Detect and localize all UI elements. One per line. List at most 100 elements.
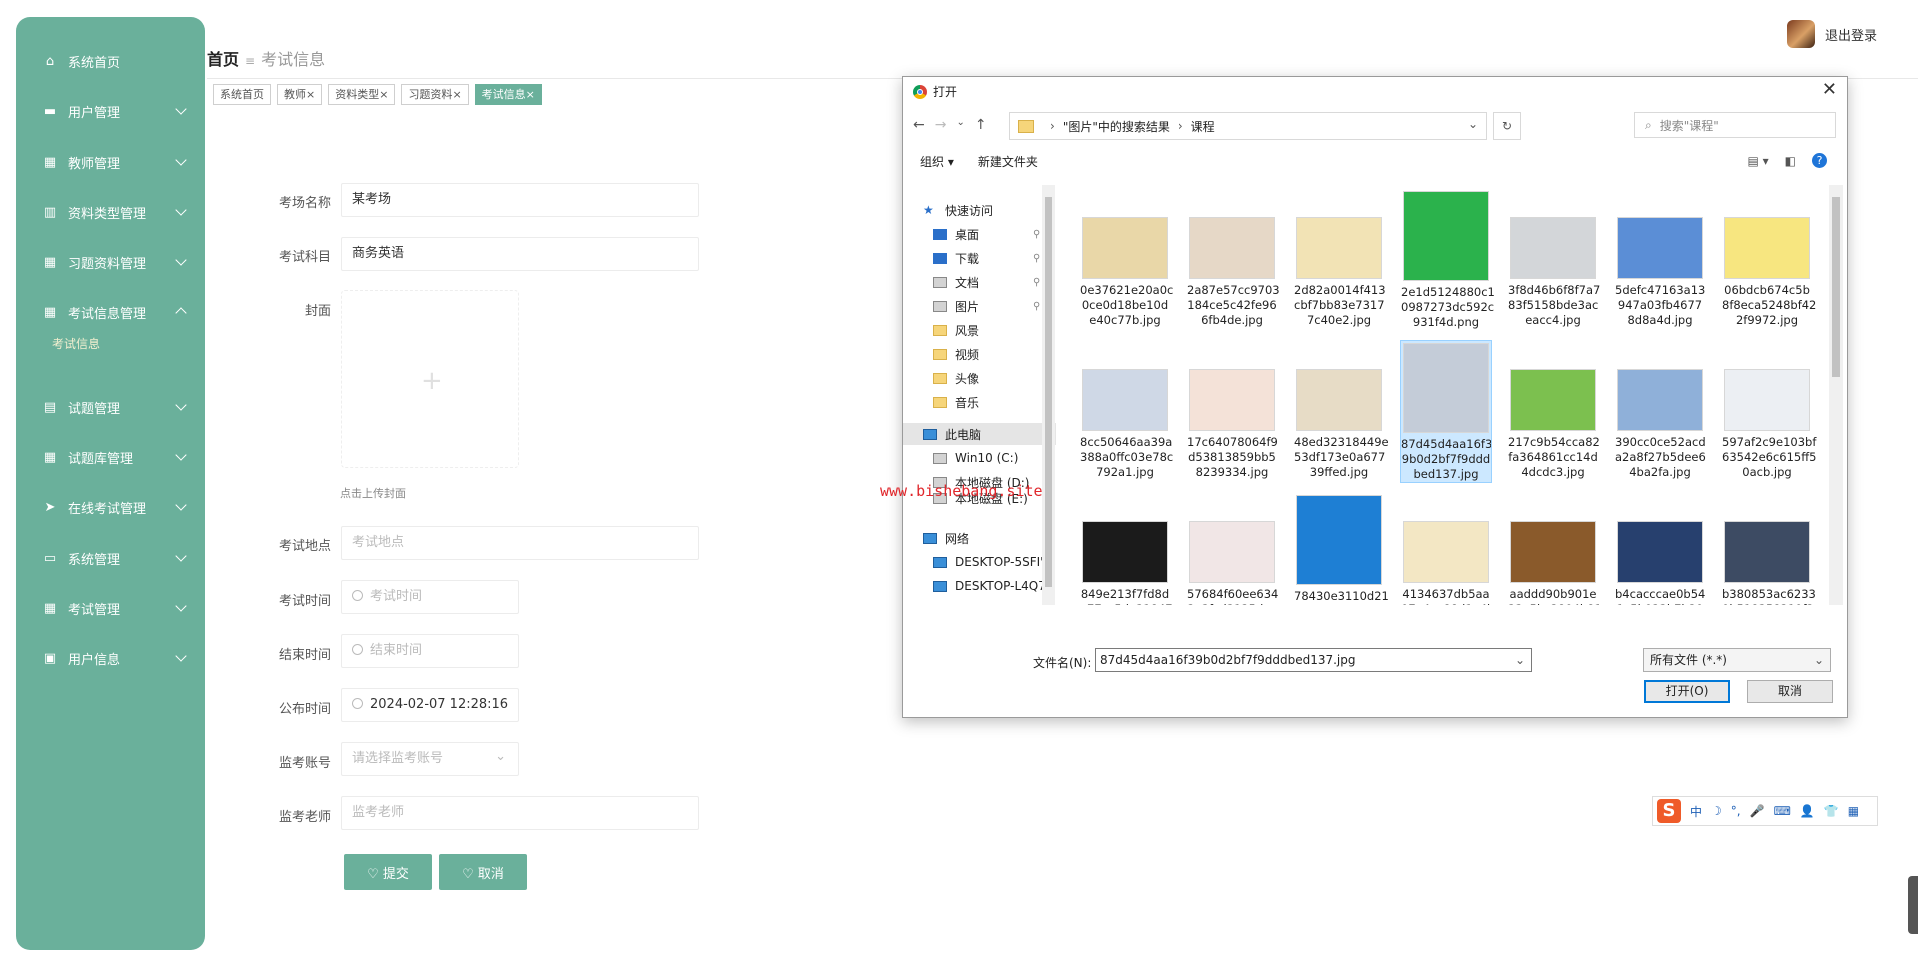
sidebar-item[interactable]: ▦ 教师管理 <box>16 142 205 182</box>
sogou-logo-icon[interactable]: S <box>1657 799 1681 823</box>
file-tile[interactable]: b4cacccae0b541c5b923b7b297a8adcd.jpg <box>1615 493 1705 605</box>
preview-pane-icon[interactable]: ◧ <box>1785 154 1796 168</box>
sidebar-item[interactable]: ▣ 用户信息 <box>16 638 205 678</box>
tree-scrollbar[interactable] <box>1042 185 1055 605</box>
forward-arrow-icon[interactable]: → <box>935 117 947 133</box>
logout-link[interactable]: 退出登录 <box>1825 25 1877 44</box>
back-arrow-icon[interactable]: ← <box>913 117 925 133</box>
file-tile[interactable]: 849e213f7fd8da77cc5da31847203c63.jpg <box>1080 493 1173 605</box>
tab-item[interactable]: 资料类型× <box>328 84 396 105</box>
file-tile[interactable]: 2a87e57cc9703 184ce5c42fe96 6fb4de.jpg <box>1187 189 1280 328</box>
file-tile[interactable]: 8cc50646aa39a 388a0ffc03e78c 792a1.jpg <box>1080 341 1173 480</box>
up-arrow-icon[interactable]: ↑ <box>975 117 987 133</box>
address-segment-search[interactable]: "图片"中的搜索结果 <box>1063 118 1170 135</box>
nav-tree-item[interactable]: 下载 ⚲ <box>903 247 1040 269</box>
scrollbar-thumb[interactable] <box>1045 197 1052 587</box>
nav-tree-item[interactable]: 风景 <box>903 319 979 341</box>
file-tile[interactable]: 390cc0ce52acd a2a8f27b5dee6 4ba2fa.jpg <box>1615 341 1706 480</box>
sidebar-item[interactable]: ➤ 在线考试管理 <box>16 487 205 527</box>
nav-tree-item[interactable]: 文档 ⚲ <box>903 271 1040 293</box>
nav-tree-item[interactable]: 头像 <box>903 367 979 389</box>
file-tile[interactable]: 4134637db5aa07e4ac88d1a4bf59b436.jpg <box>1401 493 1494 605</box>
chevron-down-icon[interactable]: ⌄ <box>1515 649 1525 671</box>
sidebar-item[interactable]: ▦ 考试信息管理 <box>16 292 205 332</box>
sidebar-subitem-exam-info[interactable]: 考试信息 <box>52 335 100 352</box>
sidebar-item[interactable]: ▤ 试题管理 <box>16 387 205 427</box>
file-tile[interactable]: 0e37621e20a0c 0ce0d18be10d e40c77b.jpg <box>1080 189 1173 328</box>
help-icon[interactable]: ? <box>1812 153 1827 168</box>
exam-name-input[interactable]: 某考场 <box>341 183 699 217</box>
close-icon[interactable]: × <box>452 88 461 101</box>
scrollbar-thumb[interactable] <box>1832 197 1840 377</box>
sidebar-item[interactable]: ▬ 用户管理 <box>16 91 205 131</box>
file-tile[interactable]: 5defc47163a13 947a03fb4677 8d8a4d.jpg <box>1615 189 1705 328</box>
file-tile[interactable]: 06bdcb674c5b 8f8eca5248bf42 2f9972.jpg <box>1722 189 1816 328</box>
filetype-select[interactable]: 所有文件 (*.*) ⌄ <box>1643 648 1831 672</box>
submit-button[interactable]: ♡ 提交 <box>344 854 432 890</box>
start-time-picker[interactable]: 考试时间 <box>341 580 519 614</box>
nav-tree-item[interactable]: 音乐 <box>903 391 979 413</box>
file-tile[interactable]: aaddd90b901e23a5bc2804b81e7d20c6.jpg <box>1508 493 1602 605</box>
view-mode-icon[interactable]: ▤ ▾ <box>1747 154 1768 168</box>
grid-icon[interactable]: ▦ <box>1848 804 1859 818</box>
avatar[interactable] <box>1787 20 1815 48</box>
file-tile[interactable]: 57684f60ee6342a3fcd3125dcad7e355.jpg <box>1187 493 1278 605</box>
tab-item[interactable]: 习题资料× <box>401 84 469 105</box>
nav-tree-item[interactable]: Win10 (C:) <box>903 447 1018 469</box>
publish-time-picker[interactable]: 2024-02-07 12:28:16 <box>341 688 519 722</box>
cancel-button[interactable]: ♡ 取消 <box>439 854 527 890</box>
address-segment-course[interactable]: 课程 <box>1191 118 1215 135</box>
dialog-cancel-button[interactable]: 取消 <box>1747 680 1833 703</box>
nav-tree-item[interactable]: 网络 <box>903 527 969 549</box>
nav-tree-item[interactable]: 图片 ⚲ <box>903 295 1040 317</box>
tab-item[interactable]: 系统首页 <box>213 84 271 105</box>
sidebar-item[interactable]: ▥ 资料类型管理 <box>16 192 205 232</box>
file-tile[interactable]: 597af2c9e103bf 63542e6c615ff5 0acb.jpg <box>1722 341 1817 480</box>
tab-item[interactable]: 考试信息× <box>474 84 542 105</box>
file-tile[interactable]: 87d45d4aa16f3 9b0d2bf7f9ddd bed137.jpg <box>1400 340 1492 483</box>
breadcrumb-home[interactable]: 首页 <box>207 50 239 69</box>
search-box[interactable]: ⌕ 搜索"课程" <box>1634 112 1836 138</box>
nav-tree-item[interactable]: 此电脑 <box>903 423 1056 445</box>
nav-tree-item[interactable]: 桌面 ⚲ <box>903 223 1040 245</box>
skin-icon[interactable]: 👕 <box>1824 804 1839 818</box>
filename-input[interactable]: 87d45d4aa16f39b0d2bf7f9dddbed137.jpg ⌄ <box>1095 648 1532 672</box>
nav-tree-item[interactable]: ★ 快速访问 <box>903 199 993 221</box>
sidebar-item[interactable]: ▦ 考试管理 <box>16 588 205 628</box>
location-input[interactable]: 考试地点 <box>341 526 699 560</box>
edge-handle[interactable] <box>1908 876 1918 934</box>
close-icon[interactable]: ✕ <box>1822 79 1837 100</box>
user-icon[interactable]: 👤 <box>1800 804 1815 818</box>
nav-tree-item[interactable]: DESKTOP-5SFI' <box>903 551 1043 573</box>
sidebar-item[interactable]: ▭ 系统管理 <box>16 538 205 578</box>
file-tile[interactable]: 217c9b54cca82 fa364861cc14d 4dcdc3.jpg <box>1508 341 1600 480</box>
file-tile[interactable]: 78430e3110d216b5a76c7af253d1cf73.jpg <box>1294 493 1389 605</box>
close-icon[interactable]: × <box>306 88 315 101</box>
nav-tree-item[interactable]: DESKTOP-L4Q7 <box>903 575 1046 597</box>
punctuation-icon[interactable]: °, <box>1731 804 1741 818</box>
close-icon[interactable]: × <box>526 88 535 101</box>
tab-item[interactable]: 教师× <box>277 84 323 105</box>
moon-icon[interactable]: ☽ <box>1711 804 1722 818</box>
sidebar-item[interactable]: ▦ 试题库管理 <box>16 437 205 477</box>
file-tile[interactable]: 2d82a0014f413 cbf7bb83e7317 7c40e2.jpg <box>1294 189 1386 328</box>
subject-input[interactable]: 商务英语 <box>341 237 699 271</box>
microphone-icon[interactable]: 🎤 <box>1750 804 1765 818</box>
cover-upload[interactable]: + <box>341 290 519 468</box>
organize-menu[interactable]: 组织 ▾ <box>920 153 954 170</box>
file-tile[interactable]: 2e1d5124880c1 0987273dc592c 931f4d.png <box>1401 189 1495 330</box>
sidebar-item[interactable]: ▦ 习题资料管理 <box>16 242 205 282</box>
recent-chevron-icon[interactable]: ⌄ <box>956 117 964 133</box>
chinese-mode-icon[interactable]: 中 <box>1690 803 1702 820</box>
open-button[interactable]: 打开(O) <box>1644 680 1730 703</box>
sidebar-item[interactable]: ⌂ 系统首页 <box>16 41 205 81</box>
close-icon[interactable]: × <box>379 88 388 101</box>
refresh-icon[interactable]: ↻ <box>1493 112 1521 140</box>
file-tile[interactable]: 17c64078064f9 d53813859bb5 8239334.jpg <box>1187 341 1278 480</box>
nav-tree-item[interactable]: PC-20211020V' <box>903 599 1048 605</box>
file-tile[interactable]: 48ed32318449e 53df173e0a677 39ffed.jpg <box>1294 341 1389 480</box>
file-tile[interactable]: b380853ac62339b518358219f29bbb73.png <box>1722 493 1816 605</box>
end-time-picker[interactable]: 结束时间 <box>341 634 519 668</box>
proctor-account-select[interactable]: 请选择监考账号 ⌄ <box>341 742 519 776</box>
proctor-teacher-input[interactable]: 监考老师 <box>341 796 699 830</box>
